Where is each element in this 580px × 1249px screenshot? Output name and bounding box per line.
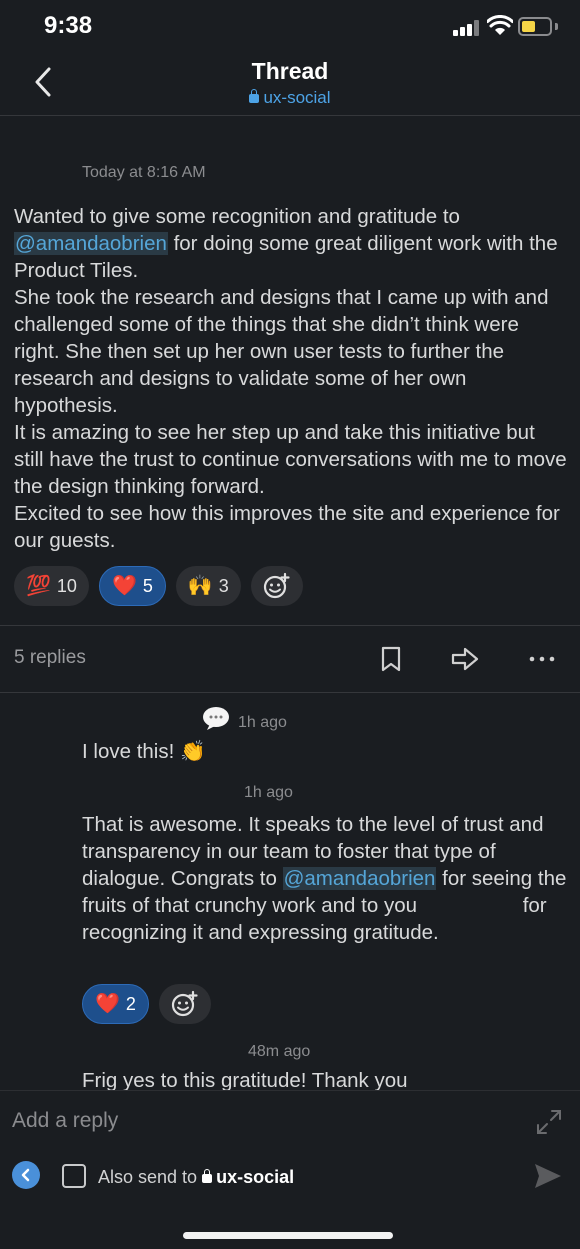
reaction-count: 3	[218, 575, 229, 596]
raised-hands-emoji-icon: 🙌	[187, 575, 213, 597]
reply-message: 48m ago Frig yes to this gratitude! Than…	[82, 1043, 572, 1094]
reaction-count: 5	[142, 575, 153, 596]
expand-icon[interactable]	[534, 1107, 564, 1137]
reaction-heart[interactable]: ❤️ 5	[98, 566, 166, 606]
reply-timestamp: 1h ago	[238, 714, 287, 731]
add-emoji-icon	[263, 572, 290, 599]
user-mention[interactable]: @amandaobrien	[282, 867, 437, 890]
lock-icon	[249, 89, 260, 103]
channel-name: ux-social	[263, 88, 331, 107]
also-send-channel: ux-social	[216, 1167, 295, 1187]
signal-icon	[453, 20, 481, 36]
reply-text: I love this! 👏	[82, 740, 206, 763]
channel-link[interactable]: ux-social	[0, 88, 580, 108]
message-paragraph: Excited to see how this improves the sit…	[14, 502, 560, 552]
bookmark-icon[interactable]	[376, 644, 406, 674]
reply-meta-row: 1h ago	[82, 705, 572, 735]
page-title: Thread	[251, 58, 329, 84]
chevron-left-icon	[21, 1168, 30, 1182]
text-segment: Wanted to give some recognition and grat…	[14, 205, 460, 228]
more-options-icon[interactable]	[527, 644, 557, 674]
reply-text: That is awesome. It speaks to the level …	[82, 811, 570, 946]
hundred-emoji-icon: 💯	[26, 575, 51, 597]
home-indicator	[183, 1232, 393, 1239]
reply-reaction-bar: ❤️ 2	[82, 984, 211, 1024]
battery-cap	[555, 23, 558, 30]
message-paragraph: Wanted to give some recognition and grat…	[14, 203, 570, 284]
reaction-count: 2	[125, 993, 136, 1014]
add-reaction-button[interactable]	[250, 566, 303, 606]
main-message: Wanted to give some recognition and grat…	[14, 203, 570, 554]
replies-count: 5 replies	[14, 647, 86, 668]
reply-message: 1h ago I love this! 👏	[82, 705, 572, 765]
message-timestamp: Today at 8:16 AM	[82, 164, 206, 181]
share-arrow-icon[interactable]	[450, 644, 480, 674]
send-icon[interactable]	[532, 1161, 564, 1191]
reaction-heart[interactable]: ❤️ 2	[82, 984, 149, 1024]
battery-icon	[518, 17, 552, 36]
wifi-icon	[487, 15, 513, 35]
status-bar: 9:38	[0, 0, 580, 54]
heart-emoji-icon: ❤️	[111, 575, 137, 597]
divider	[0, 625, 580, 626]
reply-message: 1h ago That is awesome. It speaks to the…	[82, 784, 572, 946]
add-reaction-button[interactable]	[158, 984, 211, 1024]
reaction-raised-hands[interactable]: 🙌 3	[175, 566, 241, 606]
heart-emoji-icon: ❤️	[95, 993, 120, 1015]
collapse-button[interactable]	[12, 1161, 40, 1189]
user-mention[interactable]: @amandaobrien	[14, 232, 168, 255]
add-emoji-icon	[171, 990, 198, 1017]
speech-bubble-icon	[203, 707, 229, 730]
reply-input[interactable]: Add a reply	[12, 1109, 118, 1133]
also-send-prefix: Also send to	[98, 1167, 198, 1187]
reply-timestamp: 1h ago	[244, 784, 293, 801]
reaction-bar: 💯 10 ❤️ 5 🙌 3	[14, 566, 303, 606]
message-paragraph: She took the research and designs that I…	[14, 286, 549, 417]
status-time: 9:38	[44, 12, 93, 39]
thread-header: Thread ux-social	[0, 54, 580, 116]
reaction-count: 10	[56, 575, 77, 596]
reply-composer: Add a reply Also send to ux-social	[0, 1090, 580, 1249]
message-paragraph: It is amazing to see her step up and tak…	[14, 421, 567, 498]
also-send-label: Also send to ux-social	[98, 1167, 294, 1188]
lock-icon	[202, 1169, 213, 1183]
reaction-hundred[interactable]: 💯 10	[14, 566, 89, 606]
divider	[0, 692, 580, 693]
also-send-checkbox[interactable]	[62, 1164, 86, 1188]
reply-timestamp: 48m ago	[248, 1043, 311, 1060]
